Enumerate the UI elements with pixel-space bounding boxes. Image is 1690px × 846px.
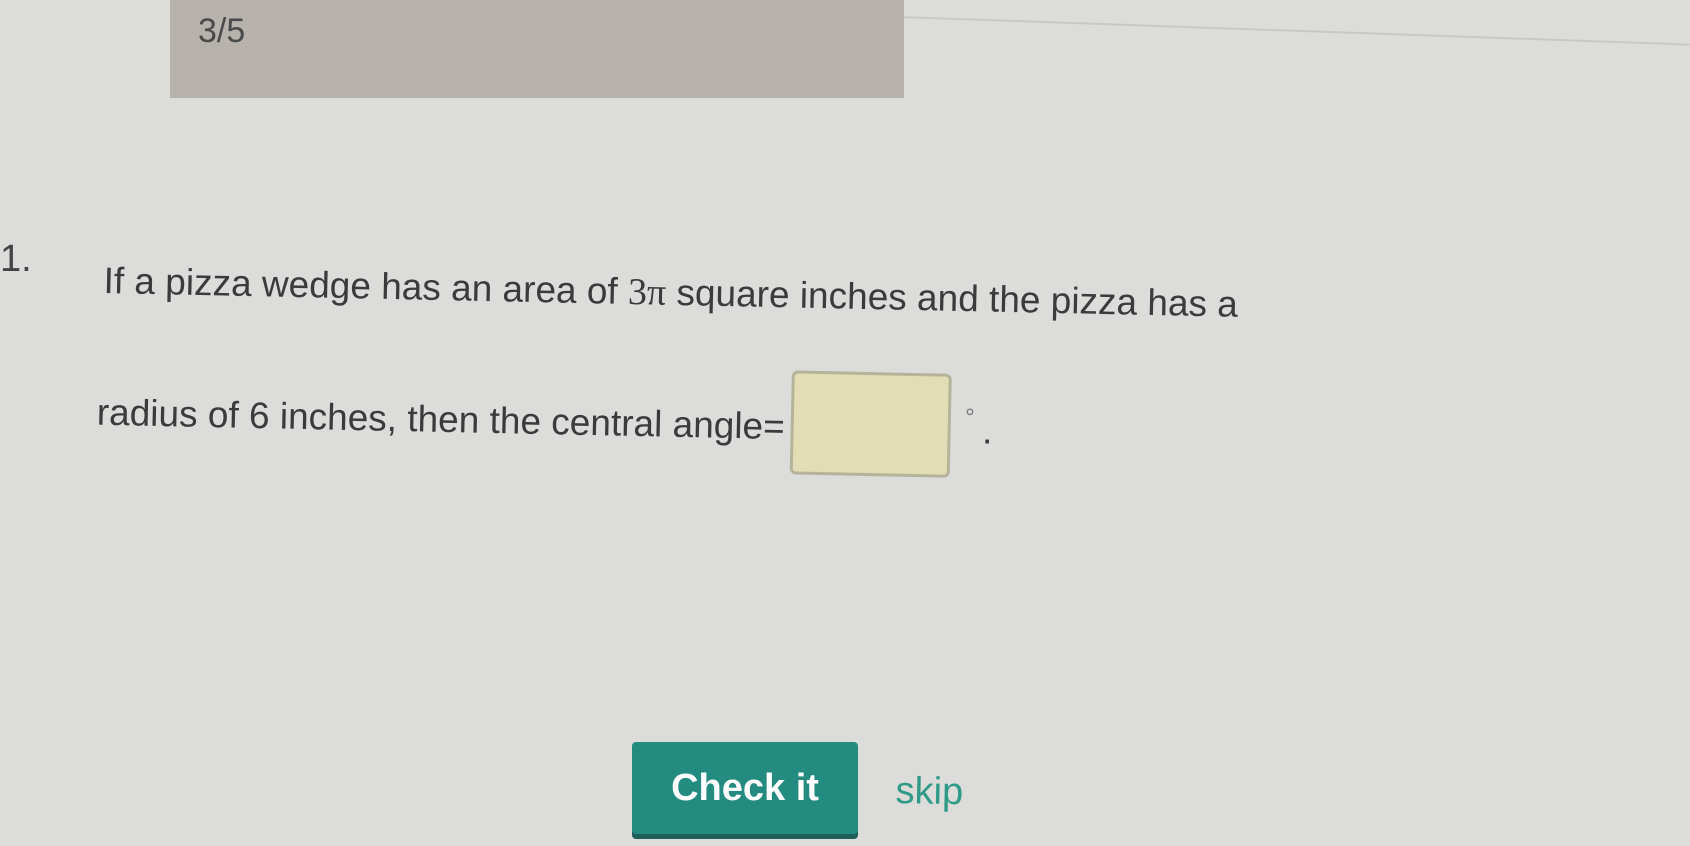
area-expression: 3π <box>627 270 667 314</box>
progress-bar: 3/5 <box>170 0 904 98</box>
skip-link[interactable]: skip <box>895 770 963 814</box>
question-line-1: If a pizza wedge has an area of 3π squar… <box>103 260 1239 325</box>
sentence-period: . <box>981 410 994 452</box>
answer-input[interactable] <box>789 370 952 478</box>
top-divider <box>899 16 1690 46</box>
question-text: If a pizza wedge has an area of 3π squar… <box>96 260 1504 478</box>
question-text-part-1: If a pizza wedge has an area of <box>103 260 629 312</box>
degree-symbol: ° <box>964 403 975 432</box>
question-line-2: radius of 6 inches, then the central ang… <box>96 370 994 479</box>
question-number: 1. <box>0 238 32 280</box>
question-text-part-3: radius of 6 inches, then the central ang… <box>96 391 786 448</box>
progress-label: 3/5 <box>198 12 246 50</box>
question-text-part-2: square inches and the pizza has a <box>665 271 1239 325</box>
check-it-button[interactable]: Check it <box>632 742 858 834</box>
